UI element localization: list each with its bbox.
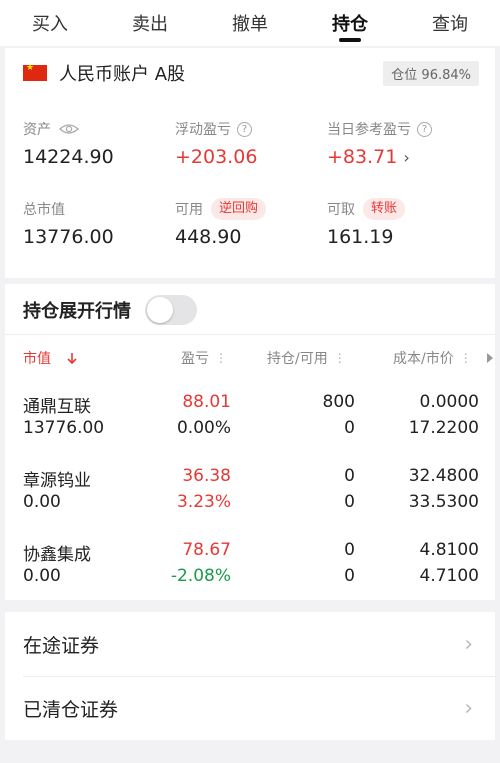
column-header-cost-price[interactable]: 成本/市价 ⋮ [393, 348, 472, 368]
tab-sell[interactable]: 卖出 [100, 0, 200, 46]
column-header-label: 盈亏 [181, 351, 209, 367]
expand-quotes-row: 持仓展开行情 [23, 294, 197, 326]
column-header-label: 市值 [23, 351, 51, 367]
stock-cost: 0.0000 [419, 392, 479, 412]
column-header-label: 成本/市价 [393, 351, 454, 367]
tab-buy[interactable]: 买入 [0, 0, 100, 46]
position-ratio-badge: 仓位 96.84% [383, 60, 479, 86]
cleared-securities-link[interactable]: 已清仓证券 › [5, 676, 495, 740]
stock-market-value: 0.00 [23, 492, 61, 512]
help-icon[interactable]: ? [237, 121, 252, 137]
available-metric: 可用 逆回购 448.90 [175, 198, 267, 248]
in-transit-label: 在途证券 [23, 634, 100, 657]
stock-pl-pct: 0.00% [176, 418, 231, 438]
daily-pl-metric[interactable]: 当日参考盈亏 ? +83.71 › [327, 118, 432, 168]
stock-market-value: 13776.00 [23, 418, 105, 438]
sort-down-arrow-icon [67, 353, 77, 365]
assets-label: 资产 [23, 122, 51, 138]
eye-icon[interactable] [59, 123, 79, 135]
daily-pl-value: +83.71 [327, 146, 398, 168]
floating-pl-metric: 浮动盈亏 ? +203.06 [175, 118, 257, 168]
market-value-metric: 总市值 13776.00 [23, 198, 114, 248]
stock-available: 0 [344, 418, 355, 438]
in-transit-securities-link[interactable]: 在途证券 › [5, 612, 495, 676]
transfer-button[interactable]: 转账 [363, 198, 406, 220]
more-vertical-icon: ⋮ [215, 351, 227, 365]
account-name: 人民币账户 A股 [59, 64, 186, 85]
account-header: ★ 人民币账户 A股 仓位 96.84% [23, 58, 479, 88]
stock-price: 17.2200 [408, 418, 479, 438]
tab-query[interactable]: 查询 [400, 0, 500, 46]
securities-links-card: 在途证券 › 已清仓证券 › [5, 612, 495, 740]
trade-tab-bar: 买入 卖出 撤单 持仓 查询 [0, 0, 500, 46]
assets-value: 14224.90 [23, 146, 114, 168]
stock-pl: 88.01 [182, 392, 231, 412]
stock-pl-pct: -2.08% [170, 566, 231, 586]
stock-name: 协鑫集成 [23, 545, 91, 565]
stock-pl-pct: 3.23% [176, 492, 231, 512]
chevron-right-icon: › [464, 695, 473, 721]
column-header-label: 持仓/可用 [267, 351, 328, 367]
stock-pl: 36.38 [182, 466, 231, 486]
tab-cancel-order[interactable]: 撤单 [200, 0, 300, 46]
stock-position: 0 [344, 540, 355, 560]
stock-cost: 32.4800 [408, 466, 479, 486]
scroll-right-icon[interactable] [486, 352, 494, 364]
help-icon[interactable]: ? [417, 121, 432, 137]
expand-quotes-label: 持仓展开行情 [23, 301, 131, 322]
stock-pl: 78.67 [182, 540, 231, 560]
stock-available: 0 [344, 566, 355, 586]
tab-positions[interactable]: 持仓 [300, 0, 400, 46]
stock-name: 章源钨业 [23, 471, 91, 491]
withdrawable-metric: 可取 转账 161.19 [327, 198, 406, 248]
divider [5, 334, 495, 335]
column-header-market-value[interactable]: 市值 [23, 348, 79, 368]
more-vertical-icon: ⋮ [459, 351, 472, 365]
floating-pl-value: +203.06 [175, 146, 258, 168]
stock-price: 4.7100 [419, 566, 479, 586]
reverse-repo-button[interactable]: 逆回购 [211, 198, 267, 220]
available-value: 448.90 [175, 226, 242, 248]
column-header-pl[interactable]: 盈亏 ⋮ [181, 348, 227, 368]
holdings-card: 持仓展开行情 市值 盈亏 ⋮ 持仓/可用 ⋮ 成本/市价 ⋮ 通鼎互联 1377… [5, 284, 495, 600]
market-value-label: 总市值 [23, 202, 65, 218]
floating-pl-label: 浮动盈亏 [175, 122, 231, 138]
stock-price: 33.5300 [408, 492, 479, 512]
stock-available: 0 [344, 492, 355, 512]
stock-cost: 4.8100 [419, 540, 479, 560]
stock-name: 通鼎互联 [23, 397, 91, 417]
stock-position: 0 [344, 466, 355, 486]
chevron-right-icon: › [403, 147, 410, 167]
china-flag-icon: ★ [23, 64, 47, 81]
withdrawable-label: 可取 [327, 202, 355, 218]
stock-market-value: 0.00 [23, 566, 61, 586]
more-vertical-icon: ⋮ [333, 351, 346, 365]
toggle-knob [147, 297, 173, 323]
withdrawable-value: 161.19 [327, 226, 394, 248]
holdings-page: 买入 卖出 撤单 持仓 查询 ★ 人民币账户 A股 仓位 96.84% 资产 1… [0, 0, 500, 763]
assets-metric: 资产 14224.90 [23, 118, 114, 168]
cleared-label: 已清仓证券 [23, 698, 119, 721]
daily-pl-label: 当日参考盈亏 [327, 122, 411, 138]
column-header-position[interactable]: 持仓/可用 ⋮ [267, 348, 346, 368]
market-value-value: 13776.00 [23, 226, 114, 248]
expand-quotes-toggle[interactable] [145, 295, 197, 325]
stock-position: 800 [322, 392, 355, 412]
chevron-right-icon: › [464, 631, 473, 657]
available-label: 可用 [175, 202, 203, 218]
account-summary-card: ★ 人民币账户 A股 仓位 96.84% 资产 14224.90 浮动盈亏 ? … [5, 48, 495, 278]
